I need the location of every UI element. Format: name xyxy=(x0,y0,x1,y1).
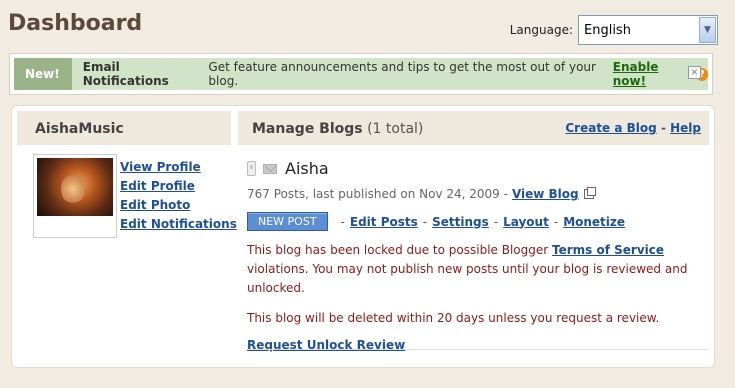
lock-warning: This blog has been locked due to possibl… xyxy=(247,243,688,295)
terms-of-service-link[interactable]: Terms of Service xyxy=(552,243,664,257)
notification-text: Get feature announcements and tips to ge… xyxy=(208,60,596,88)
notification-banner-content: New! Email Notifications Get feature ann… xyxy=(14,58,708,90)
edit-posts-link[interactable]: Edit Posts xyxy=(350,215,418,229)
enable-notifications-link[interactable]: Enable now! xyxy=(613,60,692,88)
close-icon[interactable]: × xyxy=(688,66,701,79)
header-links: Create a Blog - Help xyxy=(565,121,701,135)
edit-notifications-link[interactable]: Edit Notifications xyxy=(120,215,237,233)
language-select[interactable]: English ▼ xyxy=(578,15,718,45)
avatar-frame xyxy=(33,154,117,238)
create-blog-link[interactable]: Create a Blog xyxy=(565,121,656,135)
new-post-button[interactable]: NEW POST xyxy=(247,212,328,231)
email-icon[interactable] xyxy=(263,163,277,174)
header-divider xyxy=(231,106,238,146)
help-link[interactable]: Help xyxy=(670,121,701,135)
dashboard-panel: AishaMusic Manage Blogs (1 total) Create… xyxy=(11,105,715,368)
manage-blogs-header: Manage Blogs (1 total) Create a Blog - H… xyxy=(238,111,709,145)
blog-post-count: 767 Posts, last published on Nov 24, 200… xyxy=(247,187,508,201)
language-label: Language: xyxy=(509,23,573,37)
mobile-phone-icon[interactable] xyxy=(247,161,256,176)
profile-links: View Profile Edit Profile Edit Photo Edi… xyxy=(120,158,237,233)
username: AishaMusic xyxy=(35,121,124,137)
view-blog-link[interactable]: View Blog xyxy=(512,187,579,201)
deletion-warning: This blog will be deleted within 20 days… xyxy=(247,311,660,325)
manage-blogs-title: Manage Blogs (1 total) xyxy=(252,121,424,137)
monetize-link[interactable]: Monetize xyxy=(563,215,625,229)
blog-actions: NEW POST - Edit Posts - Settings - Layou… xyxy=(247,212,709,231)
edit-profile-link[interactable]: Edit Profile xyxy=(120,177,237,195)
blog-entry: Aisha 767 Posts, last published on Nov 2… xyxy=(247,159,709,352)
external-window-icon[interactable] xyxy=(583,187,596,199)
language-selected-value: English xyxy=(584,22,631,38)
settings-link[interactable]: Settings xyxy=(432,215,489,229)
profile-header: AishaMusic xyxy=(17,111,231,145)
language-selector: Language: English ▼ xyxy=(510,15,718,45)
blog-divider xyxy=(247,349,709,350)
notification-title: Email Notifications xyxy=(82,60,169,88)
view-profile-link[interactable]: View Profile xyxy=(120,158,237,176)
layout-link[interactable]: Layout xyxy=(503,215,549,229)
chevron-down-icon[interactable]: ▼ xyxy=(699,17,716,43)
new-badge: New! xyxy=(14,58,72,90)
blog-title-row: Aisha xyxy=(247,159,709,178)
edit-photo-link[interactable]: Edit Photo xyxy=(120,196,237,214)
blog-name: Aisha xyxy=(285,159,329,178)
avatar[interactable] xyxy=(37,158,113,216)
page-title: Dashboard xyxy=(8,11,143,36)
blog-meta: 767 Posts, last published on Nov 24, 200… xyxy=(247,187,709,201)
notification-banner: New! Email Notifications Get feature ann… xyxy=(9,53,713,95)
